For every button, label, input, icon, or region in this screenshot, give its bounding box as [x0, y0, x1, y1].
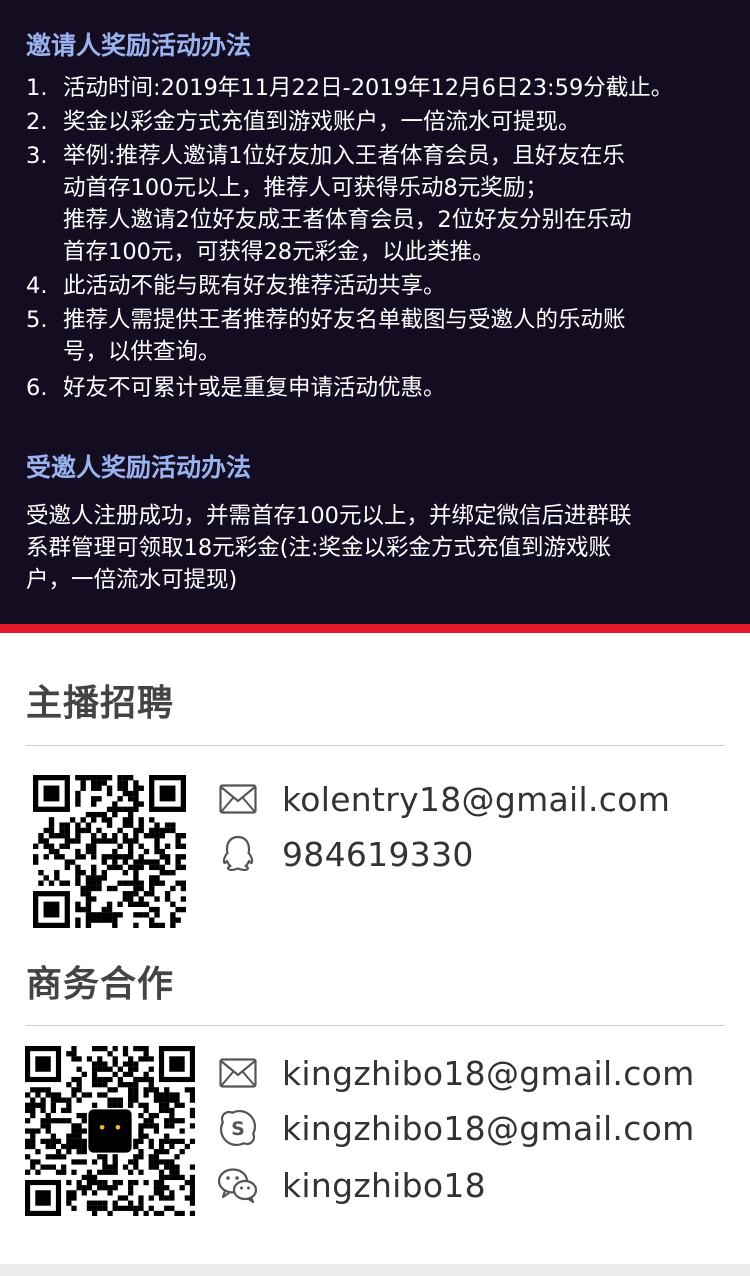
rule-text: 推荐人需提供王者推荐的好友名单截图与受邀人的乐动账 — [63, 307, 626, 333]
accent-divider — [0, 624, 750, 633]
rule-text: 首存100元，可获得28元彩金，以此类推。 — [63, 239, 495, 265]
invitee-text: 受邀人注册成功，并需首存100元以上，并绑定微信后进群联 系群管理可领取18元彩… — [26, 500, 736, 596]
rules-panel: 邀请人奖励活动办法 1. 活动时间:2019年11月22日-2019年12月6日… — [0, 0, 750, 624]
inviter-heading: 邀请人奖励活动办法 — [26, 31, 252, 60]
business-qr-code — [25, 1046, 195, 1216]
rule-text: 举例:推荐人邀请1位好友加入王者体育会员，且好友在乐 — [63, 143, 625, 169]
rule-number: 2. — [26, 109, 48, 135]
recruit-qq[interactable]: 984619330 — [282, 835, 474, 874]
wechat-icon — [216, 1163, 260, 1207]
section-divider — [26, 745, 725, 746]
invitee-text-line: 系群管理可领取18元彩金(注:奖金以彩金方式充值到游戏账 — [26, 535, 611, 561]
rule-text: 号，以供查询。 — [63, 339, 221, 365]
rule-number: 5. — [26, 307, 48, 333]
business-wechat-row[interactable]: kingzhibo18 — [216, 1163, 486, 1207]
mail-icon — [216, 777, 260, 821]
rule-text: 活动时间:2019年11月22日-2019年12月6日23:59分截止。 — [63, 75, 674, 101]
mail-icon — [216, 1051, 260, 1095]
invitee-heading: 受邀人奖励活动办法 — [26, 453, 252, 482]
recruit-qq-row[interactable]: 984619330 — [216, 832, 474, 876]
rule-text: 推荐人邀请2位好友成王者体育会员，2位好友分别在乐动 — [63, 207, 632, 233]
business-title: 商务合作 — [26, 964, 175, 1005]
rule-number: 3. — [26, 143, 48, 169]
recruit-qr-code — [33, 775, 186, 928]
rule-number: 4. — [26, 273, 48, 299]
business-skype[interactable]: kingzhibo18@gmail.com — [282, 1109, 695, 1148]
business-email[interactable]: kingzhibo18@gmail.com — [282, 1054, 695, 1093]
rule-item: 4. 此活动不能与既有好友推荐活动共享。 — [26, 270, 736, 302]
invitee-text-line: 受邀人注册成功，并需首存100元以上，并绑定微信后进群联 — [26, 503, 632, 529]
business-email-row[interactable]: kingzhibo18@gmail.com — [216, 1051, 695, 1095]
rule-item: 1. 活动时间:2019年11月22日-2019年12月6日23:59分截止。 — [26, 72, 736, 104]
rule-number: 6. — [26, 375, 48, 401]
rule-item: 3. 举例:推荐人邀请1位好友加入王者体育会员，且好友在乐 动首存100元以上，… — [26, 140, 736, 268]
bottom-bar — [0, 1264, 750, 1276]
business-skype-row[interactable]: S kingzhibo18@gmail.com — [216, 1106, 695, 1150]
rule-number: 1. — [26, 75, 48, 101]
business-wechat[interactable]: kingzhibo18 — [282, 1166, 486, 1205]
rule-item: 6. 好友不可累计或是重复申请活动优惠。 — [26, 372, 736, 404]
recruit-email-row[interactable]: kolentry18@gmail.com — [216, 777, 670, 821]
skype-icon: S — [216, 1106, 260, 1150]
rule-text: 奖金以彩金方式充值到游戏账户，一倍流水可提现。 — [63, 109, 581, 135]
qq-icon — [216, 832, 260, 876]
rule-item: 2. 奖金以彩金方式充值到游戏账户，一倍流水可提现。 — [26, 106, 736, 138]
recruit-title: 主播招聘 — [26, 683, 175, 724]
rule-item: 5. 推荐人需提供王者推荐的好友名单截图与受邀人的乐动账 号，以供查询。 — [26, 304, 736, 368]
svg-text:S: S — [231, 1118, 245, 1140]
invitee-text-line: 户，一倍流水可提现) — [26, 567, 238, 593]
rule-text: 此活动不能与既有好友推荐活动共享。 — [63, 273, 446, 299]
section-divider — [26, 1025, 725, 1026]
recruit-email[interactable]: kolentry18@gmail.com — [282, 780, 670, 819]
rule-text: 好友不可累计或是重复申请活动优惠。 — [63, 375, 446, 401]
rule-text: 动首存100元以上，推荐人可获得乐动8元奖励； — [63, 175, 548, 201]
inviter-rules-list: 1. 活动时间:2019年11月22日-2019年12月6日23:59分截止。 … — [26, 72, 736, 404]
